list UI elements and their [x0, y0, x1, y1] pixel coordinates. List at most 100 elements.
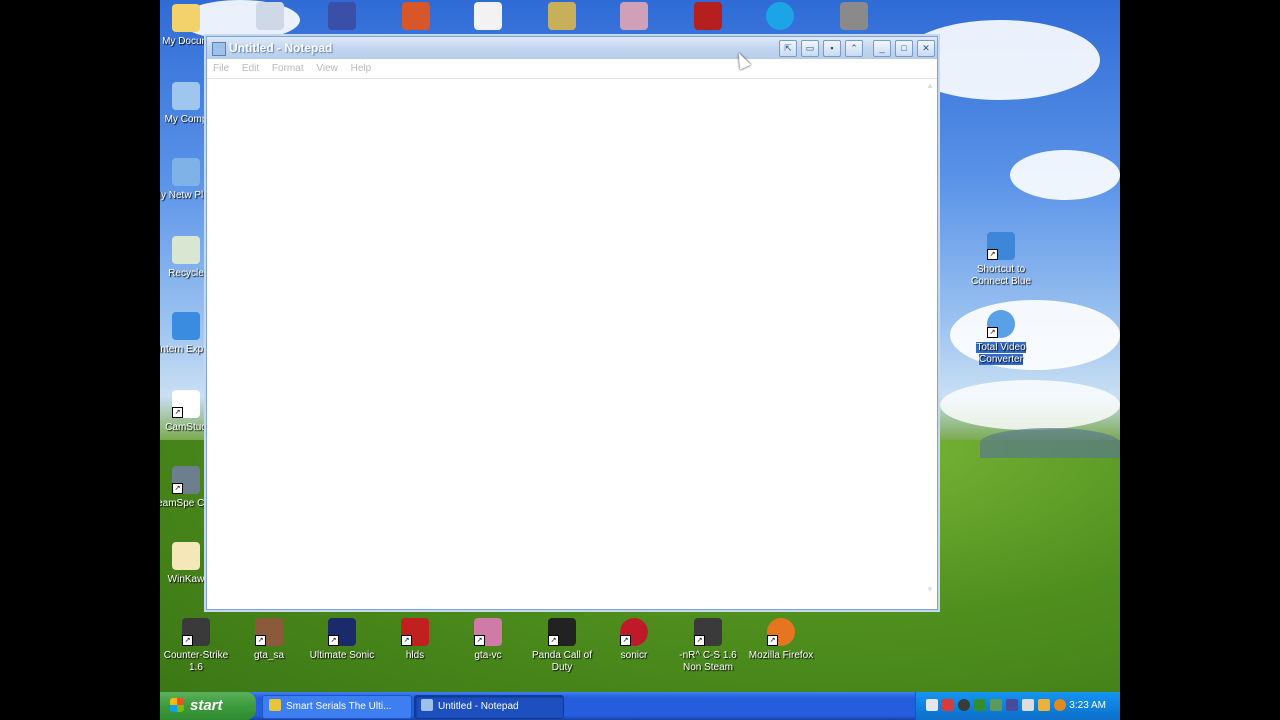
- shortcut-arrow-icon: ↗: [694, 635, 705, 646]
- maximize-button[interactable]: □: [895, 40, 913, 57]
- camstudio-icon: ↗: [172, 390, 200, 418]
- desktop-icon-mozilla-firefox[interactable]: ↗ Mozilla Firefox: [745, 618, 817, 662]
- desktop-icon-top-3[interactable]: [380, 2, 452, 34]
- gta-vc-icon: ↗: [474, 618, 502, 646]
- menu-help[interactable]: Help: [351, 59, 372, 78]
- tray-icon[interactable]: [942, 699, 954, 711]
- vertical-scrollbar[interactable]: ▲ ▼: [925, 81, 935, 595]
- tray-icon[interactable]: [1054, 699, 1066, 711]
- close-button[interactable]: ✕: [917, 40, 935, 57]
- shortcut-arrow-icon: ↗: [987, 327, 998, 338]
- extra-title-button-3[interactable]: ▪: [823, 40, 841, 57]
- clock[interactable]: 3:23 AM: [1069, 692, 1106, 720]
- taskbar-item-smart-serials[interactable]: Smart Serials The Ulti...: [262, 695, 412, 719]
- taskbar: start Smart Serials The Ulti... Untitled…: [160, 692, 1120, 720]
- internet-explorer-icon: [172, 312, 200, 340]
- app-icon-4: [474, 2, 502, 30]
- desktop-icon-ultimate-sonic[interactable]: ↗ Ultimate Sonic: [306, 618, 378, 662]
- shortcut-arrow-icon: ↗: [328, 635, 339, 646]
- menu-view[interactable]: View: [316, 59, 338, 78]
- tray-icon[interactable]: [926, 699, 938, 711]
- browser-icon: [269, 699, 281, 711]
- desktop-icon-counter-strike[interactable]: ↗ Counter-Strike 1.6: [160, 618, 232, 674]
- desktop-icon-top-7[interactable]: [672, 2, 744, 34]
- shortcut-arrow-icon: ↗: [620, 635, 631, 646]
- shortcut-arrow-icon: ↗: [255, 635, 266, 646]
- windows-logo-icon: [170, 698, 184, 712]
- desktop-icon-top-9[interactable]: [818, 2, 890, 34]
- gta-sa-icon: ↗: [255, 618, 283, 646]
- notepad-window[interactable]: Untitled - Notepad ⇱ ▭ ▪ ⌃ _ □ ✕ File Ed…: [206, 36, 938, 610]
- app-icon-1: [256, 2, 284, 30]
- app-icon-2: [328, 2, 356, 30]
- desktop-icon-total-video-converter[interactable]: ↗ Total Video Converter: [965, 310, 1037, 366]
- cloud: [940, 380, 1120, 430]
- roll-up-button[interactable]: ⌃: [845, 40, 863, 57]
- desktop: My Docum My Comp My Netw Place Recycle I…: [160, 0, 1120, 720]
- cloud: [1010, 150, 1120, 200]
- desktop-icon-top-8[interactable]: [744, 2, 816, 34]
- tray-icon[interactable]: [1006, 699, 1018, 711]
- minimize-button[interactable]: _: [873, 40, 891, 57]
- recycle-bin-icon: [172, 236, 200, 264]
- extra-title-button-2[interactable]: ▭: [801, 40, 819, 57]
- mountain: [980, 428, 1120, 458]
- counter-strike-icon: ↗: [182, 618, 210, 646]
- system-tray: 3:23 AM: [915, 692, 1120, 720]
- network-icon: [172, 158, 200, 186]
- scroll-down-icon[interactable]: ▼: [925, 585, 935, 595]
- menu-file[interactable]: File: [213, 59, 229, 78]
- extra-title-button-1[interactable]: ⇱: [779, 40, 797, 57]
- skype-icon: [766, 2, 794, 30]
- desktop-icon-top-5[interactable]: [526, 2, 598, 34]
- taskbar-item-notepad[interactable]: Untitled - Notepad: [414, 695, 564, 719]
- window-title: Untitled - Notepad: [229, 41, 333, 55]
- desktop-icon-top-2[interactable]: [306, 2, 378, 34]
- desktop-icon-sonicr[interactable]: ↗ sonicr: [598, 618, 670, 662]
- desktop-icon-top-4[interactable]: [452, 2, 524, 34]
- notepad-icon: [212, 42, 226, 56]
- shortcut-arrow-icon: ↗: [182, 635, 193, 646]
- sonicr-icon: ↗: [620, 618, 648, 646]
- horizontal-scrollbar[interactable]: [209, 597, 923, 607]
- computer-icon: [172, 82, 200, 110]
- menu-edit[interactable]: Edit: [242, 59, 259, 78]
- app-icon-6: [620, 2, 648, 30]
- desktop-icon-top-6[interactable]: [598, 2, 670, 34]
- shortcut-arrow-icon: ↗: [172, 483, 183, 494]
- connect-blue-icon: ↗: [987, 232, 1015, 260]
- tray-icon[interactable]: [1038, 699, 1050, 711]
- shortcut-arrow-icon: ↗: [172, 407, 183, 418]
- app-icon-9: [840, 2, 868, 30]
- teamspeak-icon: ↗: [172, 466, 200, 494]
- text-editor[interactable]: [209, 81, 923, 595]
- shortcut-arrow-icon: ↗: [767, 635, 778, 646]
- tray-icon[interactable]: [974, 699, 986, 711]
- folder-icon: [172, 4, 200, 32]
- tray-icon[interactable]: [958, 699, 970, 711]
- shortcut-arrow-icon: ↗: [474, 635, 485, 646]
- desktop-icon-gta-sa[interactable]: ↗ gta_sa: [233, 618, 305, 662]
- title-bar[interactable]: Untitled - Notepad ⇱ ▭ ▪ ⌃ _ □ ✕: [207, 37, 937, 59]
- app-icon-5: [548, 2, 576, 30]
- desktop-icon-counter-strike-nonsteam[interactable]: ↗ -nR^ C-S 1.6 Non Steam: [672, 618, 744, 674]
- winkawaks-icon: [172, 542, 200, 570]
- desktop-icon-hlds[interactable]: ↗ hlds: [379, 618, 451, 662]
- shortcut-arrow-icon: ↗: [401, 635, 412, 646]
- tray-icon[interactable]: [1022, 699, 1034, 711]
- shortcut-arrow-icon: ↗: [548, 635, 559, 646]
- desktop-icon-connect-blue[interactable]: ↗ Shortcut to Connect Blue: [965, 232, 1037, 288]
- sonic-icon: ↗: [328, 618, 356, 646]
- start-button[interactable]: start: [160, 692, 256, 720]
- firefox-icon: ↗: [767, 618, 795, 646]
- menu-format[interactable]: Format: [272, 59, 304, 78]
- panda-icon: ↗: [548, 618, 576, 646]
- desktop-icon-top-1[interactable]: [234, 2, 306, 34]
- desktop-icon-panda-call-of-duty[interactable]: ↗ Panda Call of Duty: [526, 618, 598, 674]
- notepad-icon: [421, 699, 433, 711]
- menu-bar: File Edit Format View Help: [207, 59, 937, 79]
- nc-buy-icon: [694, 2, 722, 30]
- scroll-up-icon[interactable]: ▲: [925, 81, 935, 91]
- tray-icon[interactable]: [990, 699, 1002, 711]
- desktop-icon-gta-vc[interactable]: ↗ gta-vc: [452, 618, 524, 662]
